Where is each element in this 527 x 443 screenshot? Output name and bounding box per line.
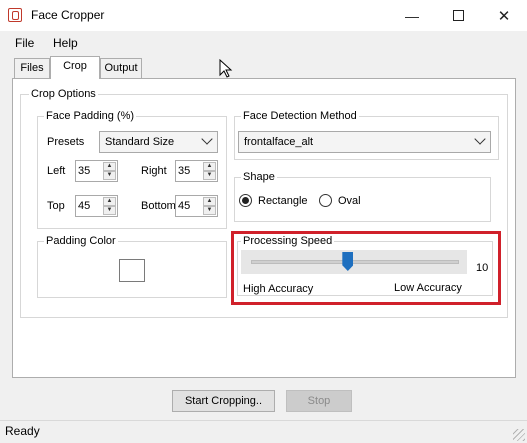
presets-dropdown[interactable]: Standard Size xyxy=(99,131,218,153)
presets-label: Presets xyxy=(47,136,85,148)
spin-up-icon[interactable]: ▲ xyxy=(203,197,216,206)
top-spinner[interactable]: 45 ▲ ▼ xyxy=(75,195,118,217)
shape-oval-radio[interactable] xyxy=(319,194,332,207)
processing-speed-label: Processing Speed xyxy=(241,235,335,247)
tab-files[interactable]: Files xyxy=(14,58,50,78)
top-value: 45 xyxy=(78,200,91,212)
spin-down-icon[interactable]: ▼ xyxy=(203,206,216,215)
menu-file[interactable]: File xyxy=(15,36,34,50)
tab-crop[interactable]: Crop xyxy=(50,56,100,79)
status-bar xyxy=(0,420,527,443)
shape-rectangle-label[interactable]: Rectangle xyxy=(258,195,308,207)
menu-help[interactable]: Help xyxy=(53,36,78,50)
chevron-down-icon xyxy=(201,133,213,145)
window-title: Face Cropper xyxy=(31,8,105,22)
spin-up-icon[interactable]: ▲ xyxy=(103,197,116,206)
close-button[interactable]: ✕ xyxy=(481,0,527,31)
speed-value: 10 xyxy=(476,262,489,274)
spin-down-icon[interactable]: ▼ xyxy=(203,171,216,180)
right-spinner[interactable]: 35 ▲ ▼ xyxy=(175,160,218,182)
detection-method-dropdown[interactable]: frontalface_alt xyxy=(238,131,491,153)
left-label: Left xyxy=(47,165,66,177)
tab-output[interactable]: Output xyxy=(100,58,142,78)
maximize-icon xyxy=(452,10,464,21)
app-icon xyxy=(8,8,22,22)
speed-slider-track xyxy=(251,260,459,264)
speed-slider[interactable] xyxy=(241,250,467,274)
presets-value: Standard Size xyxy=(105,136,175,148)
chevron-down-icon xyxy=(474,133,486,145)
mouse-cursor-icon xyxy=(219,59,233,78)
spin-down-icon[interactable]: ▼ xyxy=(103,206,116,215)
spin-up-icon[interactable]: ▲ xyxy=(103,162,116,171)
maximize-button[interactable] xyxy=(435,0,481,31)
close-icon: ✕ xyxy=(497,7,511,25)
speed-slider-thumb[interactable] xyxy=(342,252,354,271)
stop-button[interactable]: Stop xyxy=(286,390,352,412)
shape-rectangle-radio[interactable] xyxy=(239,194,252,207)
resize-grip-icon[interactable] xyxy=(513,429,525,441)
padding-color-label: Padding Color xyxy=(44,235,118,247)
spin-down-icon[interactable]: ▼ xyxy=(103,171,116,180)
minimize-icon: — xyxy=(405,7,419,24)
bottom-spinner[interactable]: 45 ▲ ▼ xyxy=(175,195,218,217)
padding-color-swatch[interactable] xyxy=(119,259,145,282)
crop-options-label: Crop Options xyxy=(29,88,98,100)
shape-label: Shape xyxy=(241,171,277,183)
start-cropping-button[interactable]: Start Cropping.. xyxy=(172,390,275,412)
left-spinner[interactable]: 35 ▲ ▼ xyxy=(75,160,118,182)
menu-bar xyxy=(0,31,527,53)
face-detection-label: Face Detection Method xyxy=(241,110,359,122)
high-accuracy-label: High Accuracy xyxy=(243,283,314,295)
status-text: Ready xyxy=(5,424,40,438)
left-value: 35 xyxy=(78,165,91,177)
bottom-value: 45 xyxy=(178,200,191,212)
bottom-label: Bottom xyxy=(141,200,176,212)
shape-oval-label[interactable]: Oval xyxy=(338,195,361,207)
right-label: Right xyxy=(141,165,167,177)
top-label: Top xyxy=(47,200,65,212)
minimize-button[interactable]: — xyxy=(389,0,435,31)
face-padding-label: Face Padding (%) xyxy=(44,110,137,122)
spin-up-icon[interactable]: ▲ xyxy=(203,162,216,171)
detection-method-value: frontalface_alt xyxy=(244,136,314,148)
right-value: 35 xyxy=(178,165,191,177)
low-accuracy-label: Low Accuracy xyxy=(394,282,462,294)
